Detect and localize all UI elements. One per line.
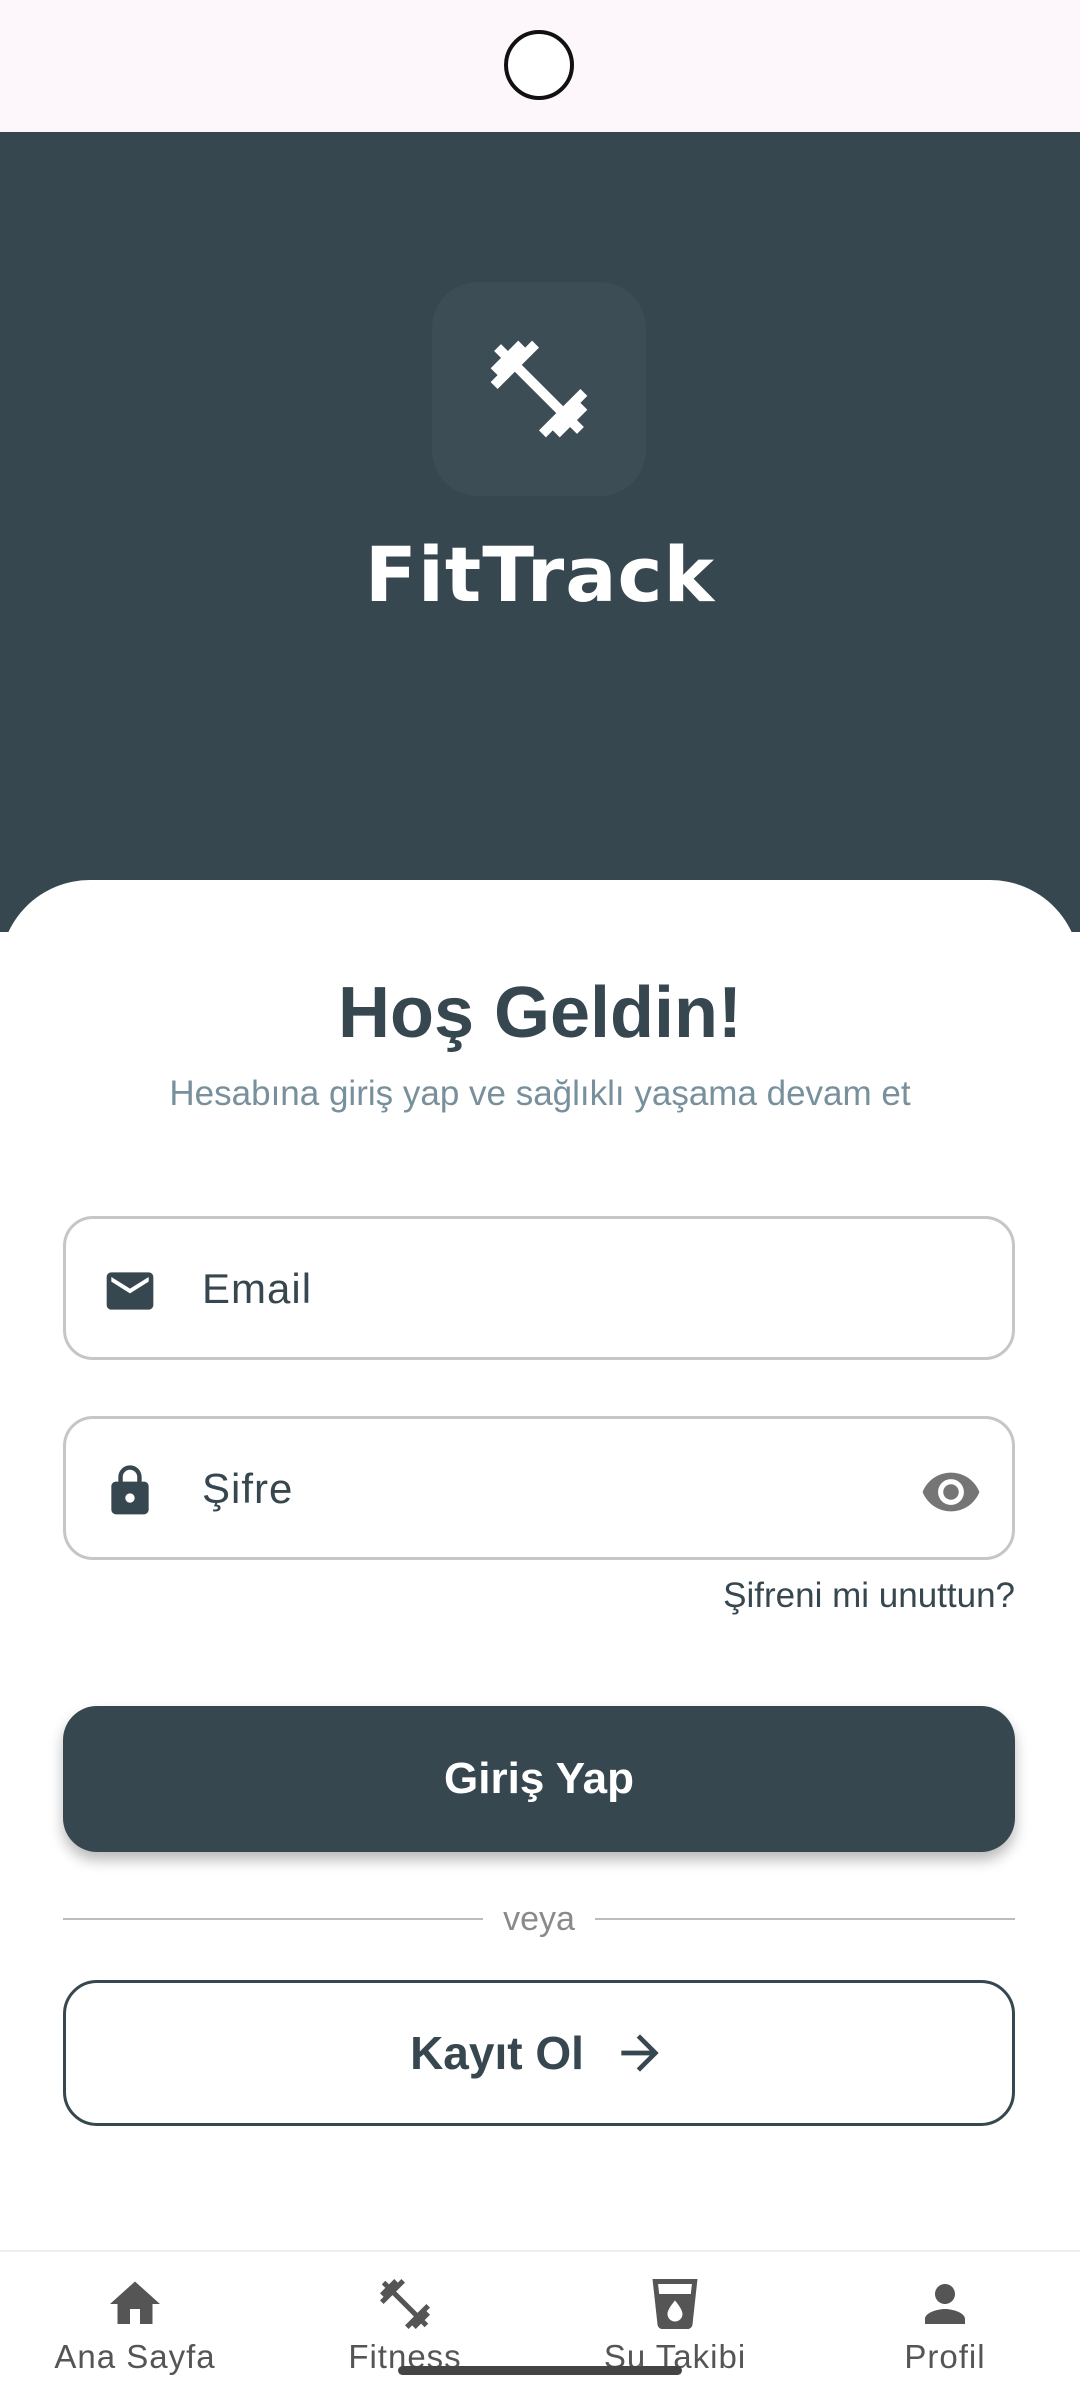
app-logo xyxy=(432,282,646,496)
status-bar xyxy=(0,0,1080,132)
water-glass-icon xyxy=(652,2279,698,2329)
login-button-label: Giriş Yap xyxy=(444,1754,634,1803)
nav-item-home[interactable]: Ana Sayfa xyxy=(0,2274,270,2376)
register-button-label: Kayıt Ol xyxy=(410,2027,584,2079)
hero-header: FitTrack xyxy=(0,132,1080,932)
divider: veya xyxy=(63,1894,1015,1944)
email-icon xyxy=(106,1272,154,1310)
camera-cutout xyxy=(504,30,574,100)
nav-item-profile[interactable]: Profil xyxy=(810,2274,1080,2376)
eye-icon[interactable] xyxy=(920,1461,982,1523)
nav-item-fitness[interactable]: Fitness xyxy=(270,2274,540,2376)
bottom-navigation: Ana Sayfa Fitness Su Takibi Profil xyxy=(0,2250,1080,2402)
nav-label-home: Ana Sayfa xyxy=(54,2338,216,2375)
arrow-right-icon xyxy=(621,2034,659,2072)
login-button[interactable]: Giriş Yap xyxy=(63,1706,1015,1852)
dumbbell-icon xyxy=(380,2279,430,2329)
home-indicator[interactable] xyxy=(398,2366,682,2375)
divider-label: veya xyxy=(503,1900,575,1938)
register-button[interactable]: Kayıt Ol xyxy=(63,1980,1015,2126)
email-placeholder: Email xyxy=(202,1265,313,1312)
welcome-subtitle: Hesabına giriş yap ve sağlıklı yaşama de… xyxy=(169,1074,911,1113)
app-name: FitTrack xyxy=(364,530,716,619)
person-icon xyxy=(925,2284,965,2324)
dumbbell-icon xyxy=(490,340,588,438)
forgot-password-link[interactable]: Şifreni mi unuttun? xyxy=(723,1576,1015,1616)
login-card: Hoş Geldin! Hesabına giriş yap ve sağlık… xyxy=(0,880,1080,2250)
nav-label-profile: Profil xyxy=(904,2338,986,2375)
email-field[interactable]: Email xyxy=(63,1216,1015,1360)
password-placeholder: Şifre xyxy=(202,1465,294,1512)
lock-icon xyxy=(111,1465,149,1515)
welcome-title: Hoş Geldin! xyxy=(337,973,742,1053)
password-field[interactable]: Şifre xyxy=(63,1416,1015,1560)
nav-item-water[interactable]: Su Takibi xyxy=(540,2274,810,2376)
home-icon xyxy=(110,2281,160,2324)
